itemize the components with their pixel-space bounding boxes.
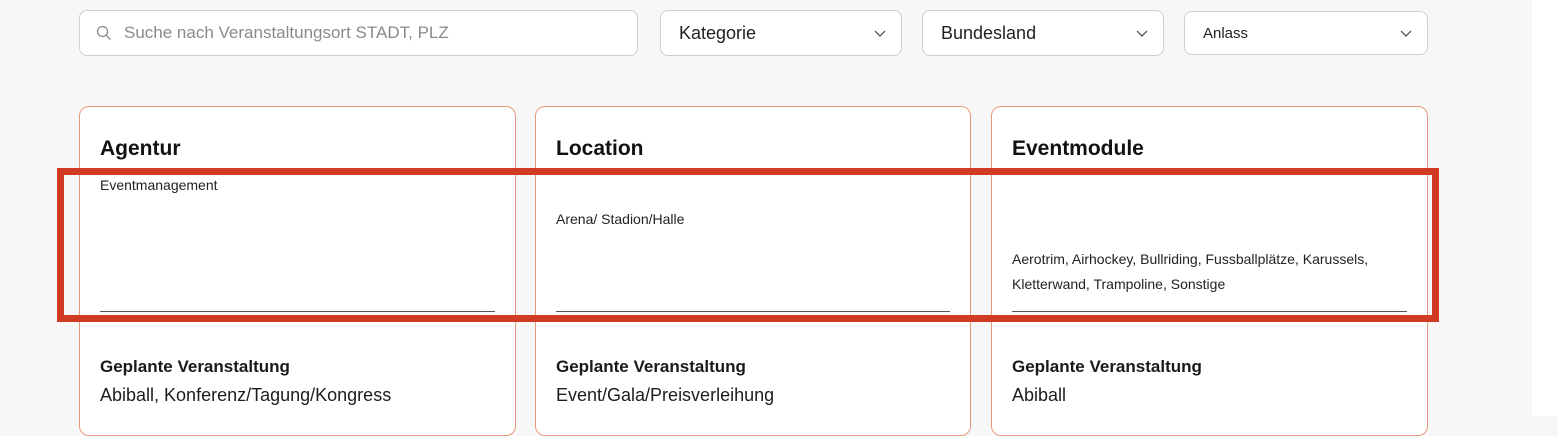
planned-event-label: Geplante Veranstaltung [1012, 357, 1202, 376]
card-subcategory: Arena/ Stadion/Halle [556, 211, 685, 227]
planned-event-value: Event/Gala/Preisverleihung [556, 385, 775, 405]
chevron-down-icon [1136, 30, 1148, 37]
planned-event-value: Abiball [1012, 385, 1067, 405]
card-title: Location [556, 137, 644, 160]
card-divider [100, 311, 495, 312]
planned-event-label: Geplante Veranstaltung [100, 357, 290, 376]
kategorie-select-label: Kategorie [679, 22, 757, 43]
chevron-down-icon [874, 30, 886, 37]
planned-event-label: Geplante Veranstaltung [556, 357, 746, 376]
scrollbar-track[interactable] [1532, 0, 1558, 416]
planned-event-value: Abiball, Konferenz/Tagung/Kongress [100, 385, 392, 405]
anlass-select[interactable]: Anlass [1184, 11, 1428, 55]
result-card-eventmodule[interactable]: Eventmodule Aerotrim, Airhockey, Bullrid… [991, 106, 1428, 436]
card-title: Agentur [100, 137, 181, 160]
bundesland-select[interactable]: Bundesland [922, 10, 1164, 56]
search-icon [96, 25, 111, 40]
search-input[interactable] [122, 22, 606, 44]
result-card-agentur[interactable]: Agentur Eventmanagement Geplante Veranst… [79, 106, 516, 436]
anlass-select-label: Anlass [1203, 24, 1249, 42]
card-divider [556, 311, 950, 312]
card-divider [1012, 311, 1407, 312]
search-box[interactable] [79, 10, 638, 56]
kategorie-select[interactable]: Kategorie [660, 10, 902, 56]
chevron-down-icon [1400, 30, 1412, 37]
card-subcategory: Aerotrim, Airhockey, Bullriding, Fussbal… [1012, 251, 1369, 292]
card-subcategory: Eventmanagement [100, 177, 218, 193]
card-title: Eventmodule [1012, 137, 1144, 160]
result-card-location[interactable]: Location Arena/ Stadion/Halle Geplante V… [535, 106, 971, 436]
bundesland-select-label: Bundesland [941, 22, 1037, 43]
